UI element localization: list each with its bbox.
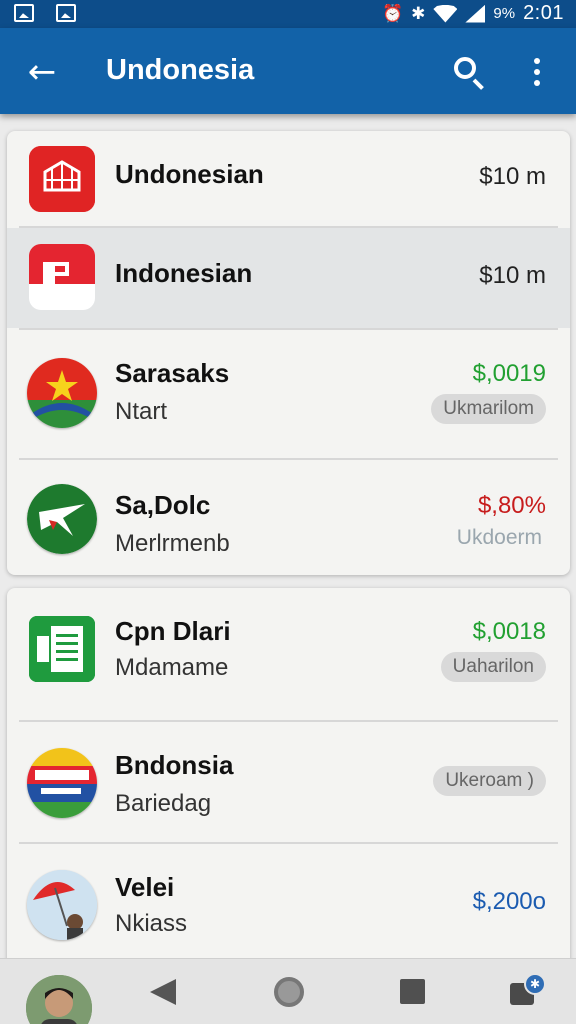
- signal-icon: [465, 4, 486, 23]
- item-subtitle: Ntart: [115, 398, 168, 425]
- status-bar: ⏰ ✱ 9% 2:01: [0, 0, 576, 28]
- flag-app-icon: [29, 244, 95, 310]
- nav-home-icon[interactable]: [274, 977, 304, 1007]
- star-badge-icon: [27, 484, 97, 554]
- list-item[interactable]: Velei Nkiass $,200o: [7, 844, 570, 968]
- more-vertical-icon[interactable]: [524, 52, 550, 92]
- umbrella-photo-icon: [27, 870, 97, 940]
- navigation-bar: ✱: [0, 958, 576, 1024]
- star-emblem-icon: [27, 358, 97, 428]
- clock: 2:01: [523, 2, 564, 24]
- battery-text: 9%: [493, 5, 516, 22]
- list-item[interactable]: Cpn Dlari Mdamame $,0018 Uaharilon: [7, 588, 570, 720]
- nav-recent-icon[interactable]: [400, 979, 425, 1004]
- list-card: Undonesian $10 m Indonesian $10 m Sarasa…: [7, 131, 570, 575]
- list-item[interactable]: Sarasaks Ntart $,0019 Ukmarilom: [7, 330, 570, 458]
- item-subtitle: Mdamame: [115, 654, 229, 681]
- gallery-icon: [56, 4, 76, 22]
- list-card: Cpn Dlari Mdamame $,0018 Uaharilon Bndon…: [7, 588, 570, 968]
- item-subtitle: Nkiass: [115, 910, 188, 937]
- item-tag: Uaharilon: [440, 652, 546, 682]
- list-item[interactable]: Sa,Dolc Merlrmenb $,80% Ukdoerm: [7, 460, 570, 575]
- sheets-icon: [29, 616, 95, 682]
- item-title: Undonesian: [115, 159, 264, 189]
- flag-circle-icon: [27, 748, 97, 818]
- item-price: $,200o: [472, 888, 546, 915]
- item-title: Bndonsia: [115, 750, 234, 780]
- list-item[interactable]: Undonesian $10 m: [7, 131, 570, 227]
- item-price: $10 m: [479, 163, 546, 190]
- item-title: Cpn Dlari: [115, 616, 231, 646]
- item-tag: Ukeroam ): [433, 766, 546, 796]
- search-icon[interactable]: [448, 52, 488, 92]
- item-title: Indonesian: [115, 258, 253, 288]
- app-bar: ← Undonesia: [0, 28, 576, 114]
- item-price: $,0019: [472, 360, 546, 387]
- item-price: $10 m: [479, 262, 546, 289]
- item-price: $,0018: [472, 618, 546, 645]
- item-title: Sa,Dolc: [115, 490, 211, 520]
- notification-app-icon[interactable]: ✱: [510, 973, 546, 1007]
- item-price: $,80%: [477, 492, 546, 519]
- web-app-icon: [29, 146, 95, 212]
- item-tag: Ukdoerm: [456, 526, 542, 549]
- alarm-icon: ⏰: [381, 3, 404, 24]
- list-item[interactable]: Bndonsia Bariedag Ukeroam ): [7, 722, 570, 842]
- list-item-selected[interactable]: Indonesian $10 m: [7, 228, 570, 328]
- item-title: Sarasaks: [115, 358, 230, 388]
- page-title: Undonesia: [106, 54, 255, 86]
- bluetooth-icon: ✱: [411, 3, 426, 24]
- item-subtitle: Bariedag: [115, 790, 212, 817]
- wifi-icon: [433, 4, 458, 23]
- avatar[interactable]: [26, 975, 92, 1024]
- item-tag: Ukmarilom: [431, 394, 546, 424]
- item-title: Velei: [115, 872, 175, 902]
- nav-back-icon[interactable]: [150, 979, 176, 1005]
- back-arrow-icon[interactable]: ←: [22, 52, 62, 92]
- item-subtitle: Merlrmenb: [115, 530, 230, 557]
- image-icon: [14, 4, 34, 22]
